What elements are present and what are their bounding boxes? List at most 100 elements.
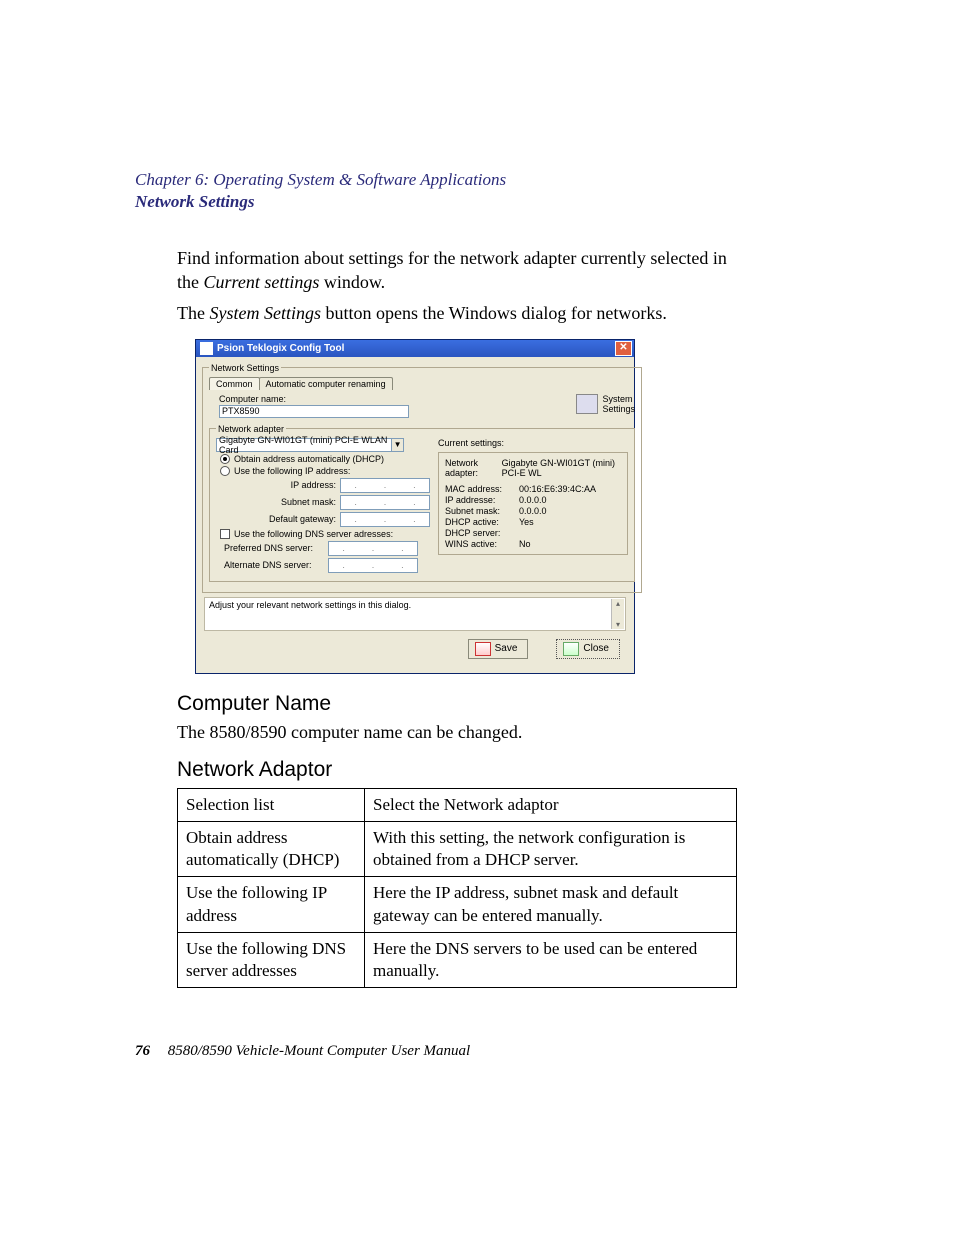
table-cell: Obtain address automatically (DHCP) <box>178 822 365 877</box>
ip-label: IP address: <box>262 480 336 490</box>
save-icon <box>475 642 491 656</box>
radio-static[interactable]: Use the following IP address: <box>220 466 430 476</box>
table-cell: Here the DNS servers to be used can be e… <box>365 932 737 987</box>
intro-paragraph-2: The System Settings button opens the Win… <box>177 301 737 325</box>
scroll-down-icon[interactable]: ▾ <box>612 620 624 629</box>
ip-fields: IP address:... Subnet mask:... Default g… <box>262 478 430 527</box>
current-settings-box: Network adapter:Gigabyte GN-WI01GT (mini… <box>438 452 628 555</box>
info-key: DHCP server: <box>445 528 519 538</box>
info-key: Subnet mask: <box>445 506 519 516</box>
table-cell: Selection list <box>178 789 365 822</box>
info-val: Yes <box>519 517 534 527</box>
dns-pref-label: Preferred DNS server: <box>224 543 324 553</box>
group-legend: Network Settings <box>209 363 281 373</box>
scroll-up-icon[interactable]: ▴ <box>612 599 624 608</box>
info-key: Network adapter: <box>445 458 502 478</box>
text: button opens the Windows dialog for netw… <box>321 303 667 323</box>
info-key: MAC address: <box>445 484 519 494</box>
dialog-title: Psion Teklogix Config Tool <box>217 343 344 354</box>
computer-name-label: Computer name: <box>219 394 409 404</box>
info-key: WINS active: <box>445 539 519 549</box>
close-button[interactable]: Close <box>556 639 620 659</box>
table-cell: Here the IP address, subnet mask and def… <box>365 877 737 932</box>
computer-name-field[interactable] <box>219 405 409 418</box>
radio-icon <box>220 454 230 464</box>
system-settings-button[interactable]: System Settings <box>576 394 635 414</box>
adapter-value: Gigabyte GN-WI01GT (mini) PCI-E WLAN Car… <box>219 435 391 455</box>
radio-dhcp-label: Obtain address automatically (DHCP) <box>234 454 384 464</box>
close-label: Close <box>583 643 609 654</box>
tab-bar: Common Automatic computer renaming <box>209 377 635 390</box>
save-label: Save <box>495 643 518 654</box>
subnet-mask-field[interactable]: ... <box>340 495 430 510</box>
manual-title: 8580/8590 Vehicle-Mount Computer User Ma… <box>168 1043 470 1059</box>
table-row: Use the following IP address Here the IP… <box>178 877 737 932</box>
close-icon[interactable]: ✕ <box>615 341 632 356</box>
table-row: Use the following DNS server addresses H… <box>178 932 737 987</box>
network-adapter-group: Network adapter Gigabyte GN-WI01GT (mini… <box>209 424 635 582</box>
save-button[interactable]: Save <box>468 639 529 659</box>
radio-dhcp[interactable]: Obtain address automatically (DHCP) <box>220 454 430 464</box>
dns-check-label: Use the following DNS server adresses: <box>234 529 393 539</box>
current-settings-heading: Current settings: <box>438 438 628 448</box>
text-italic: Current settings <box>204 272 320 292</box>
dialog-body: Network Settings Common Automatic comput… <box>196 357 634 673</box>
screenshot-figure: Psion Teklogix Config Tool ✕ Network Set… <box>195 339 839 674</box>
network-settings-group: Network Settings Common Automatic comput… <box>202 363 642 593</box>
config-dialog: Psion Teklogix Config Tool ✕ Network Set… <box>195 339 635 674</box>
tab-auto-rename[interactable]: Automatic computer renaming <box>259 377 393 390</box>
dns-fields: Preferred DNS server:... Alternate DNS s… <box>224 541 430 573</box>
intro-paragraph-1: Find information about settings for the … <box>177 246 737 295</box>
page-footer: 76 8580/8590 Vehicle-Mount Computer User… <box>135 1043 470 1060</box>
dialog-button-row: Save Close <box>202 633 628 667</box>
dns-pref-field[interactable]: ... <box>328 541 418 556</box>
settings-icon <box>576 394 598 414</box>
chapter-heading: Chapter 6: Operating System & Software A… <box>135 170 839 190</box>
dns-checkbox-row[interactable]: Use the following DNS server adresses: <box>220 529 430 539</box>
table-cell: Select the Network adaptor <box>365 789 737 822</box>
info-val: No <box>519 539 531 549</box>
dns-alt-label: Alternate DNS server: <box>224 560 324 570</box>
scrollbar[interactable]: ▴▾ <box>611 599 624 629</box>
info-val: 0.0.0.0 <box>519 506 547 516</box>
info-val: 0.0.0.0 <box>519 495 547 505</box>
table-cell: With this setting, the network configura… <box>365 822 737 877</box>
tab-common[interactable]: Common <box>209 377 260 390</box>
system-settings-label: System Settings <box>602 394 635 414</box>
heading-computer-name: Computer Name <box>177 692 839 716</box>
gateway-label: Default gateway: <box>262 514 336 524</box>
dns-alt-field[interactable]: ... <box>328 558 418 573</box>
table-row: Obtain address automatically (DHCP) With… <box>178 822 737 877</box>
table-cell: Use the following DNS server addresses <box>178 932 365 987</box>
checkbox-icon <box>220 529 230 539</box>
radio-static-label: Use the following IP address: <box>234 466 350 476</box>
options-table: Selection list Select the Network adapto… <box>177 788 737 988</box>
status-message-box: Adjust your relevant network settings in… <box>204 597 626 631</box>
page-number: 76 <box>135 1043 150 1059</box>
heading-network-adaptor: Network Adaptor <box>177 758 839 782</box>
info-key: DHCP active: <box>445 517 519 527</box>
chevron-down-icon[interactable]: ▼ <box>391 439 403 451</box>
ip-address-field[interactable]: ... <box>340 478 430 493</box>
text: The <box>177 303 209 323</box>
radio-icon <box>220 466 230 476</box>
text: window. <box>319 272 385 292</box>
info-val: 00:16:E6:39:4C:AA <box>519 484 596 494</box>
dialog-titlebar[interactable]: Psion Teklogix Config Tool ✕ <box>196 340 634 357</box>
info-val: Gigabyte GN-WI01GT (mini) PCI-E WL <box>502 458 621 478</box>
table-row: Selection list Select the Network adapto… <box>178 789 737 822</box>
info-key: IP addresse: <box>445 495 519 505</box>
subnet-label: Subnet mask: <box>262 497 336 507</box>
computer-name-paragraph: The 8580/8590 computer name can be chang… <box>177 720 737 744</box>
adapter-legend: Network adapter <box>216 424 286 434</box>
adapter-left-col: Gigabyte GN-WI01GT (mini) PCI-E WLAN Car… <box>216 438 430 575</box>
app-icon <box>200 342 213 355</box>
text-italic: System Settings <box>209 303 320 323</box>
adapter-select[interactable]: Gigabyte GN-WI01GT (mini) PCI-E WLAN Car… <box>216 438 404 452</box>
current-settings-col: Current settings: Network adapter:Gigaby… <box>438 438 628 575</box>
section-heading: Network Settings <box>135 192 839 212</box>
status-text: Adjust your relevant network settings in… <box>209 600 411 610</box>
close-icon <box>563 642 579 656</box>
computer-name-block: Computer name: <box>219 394 409 418</box>
gateway-field[interactable]: ... <box>340 512 430 527</box>
